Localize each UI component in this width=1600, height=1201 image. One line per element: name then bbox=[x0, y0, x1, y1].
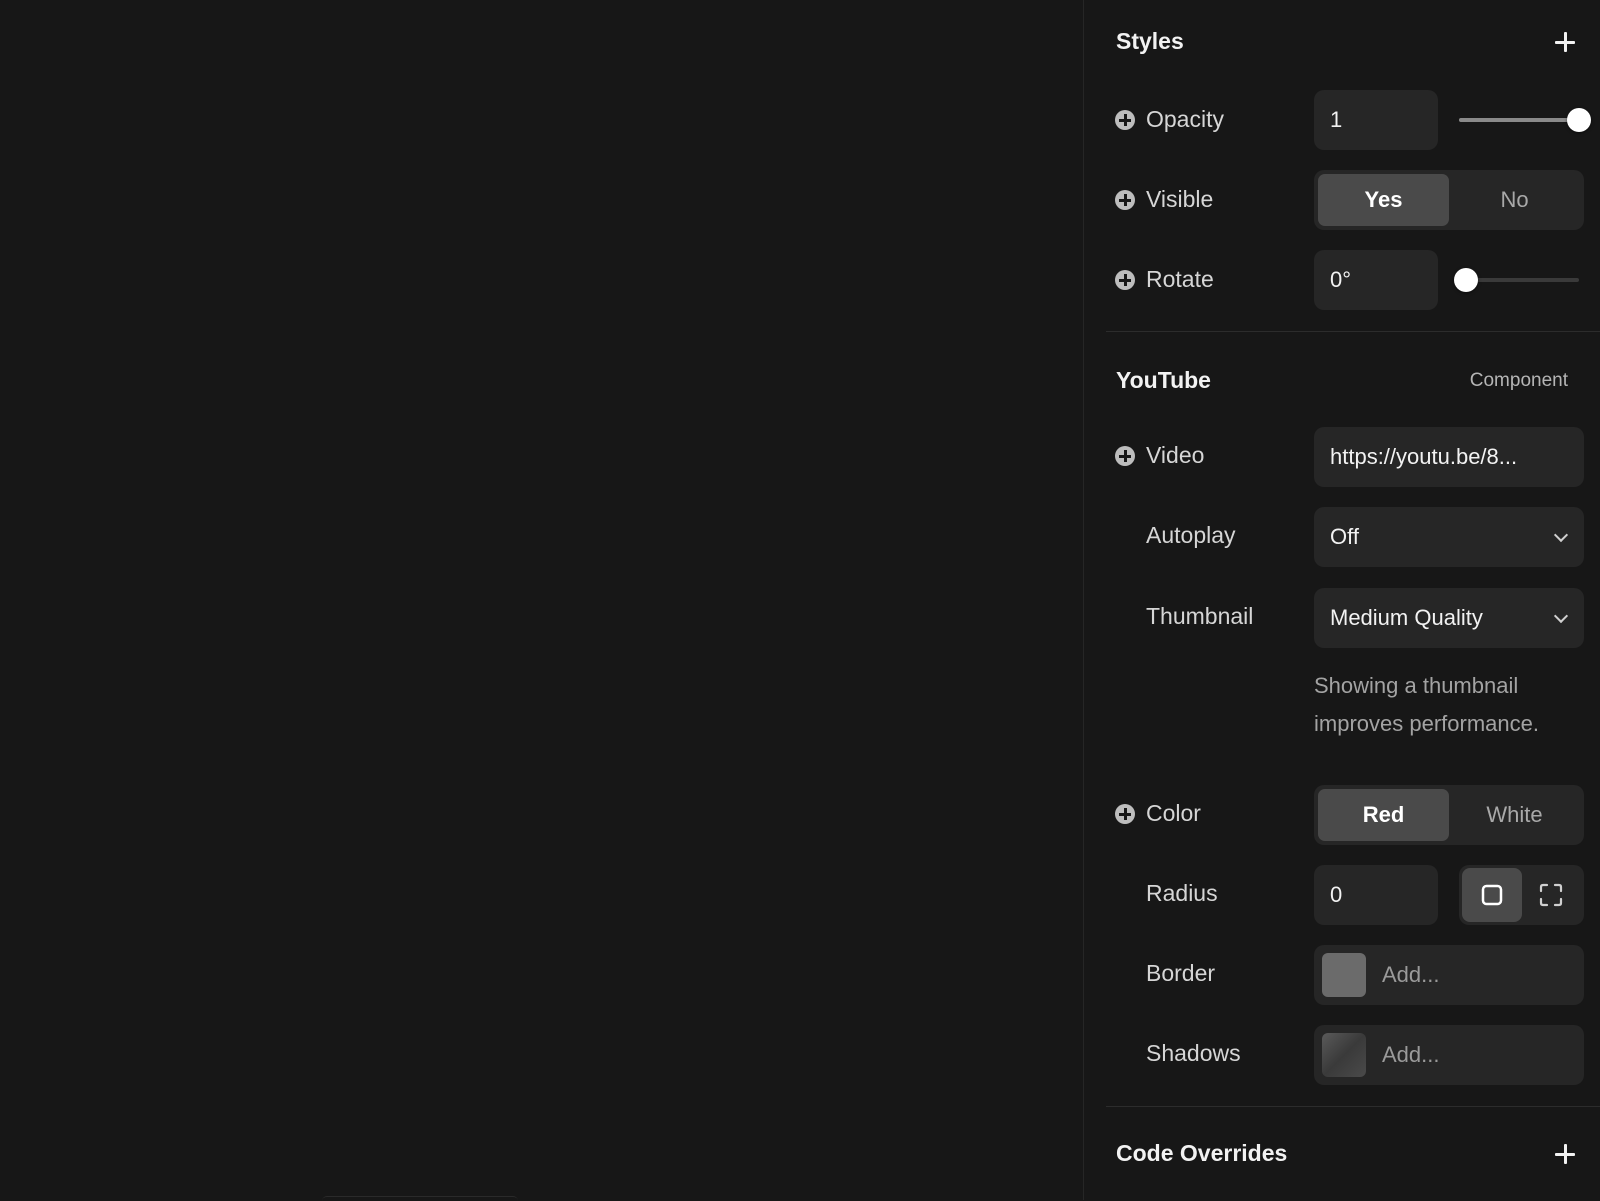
youtube-header: YouTube Component bbox=[1084, 362, 1600, 402]
color-white-option[interactable]: White bbox=[1449, 789, 1580, 841]
border-field[interactable]: Add... bbox=[1314, 945, 1584, 1005]
code-overrides-title: Code Overrides bbox=[1116, 1140, 1288, 1166]
visible-label: Visible bbox=[1146, 186, 1214, 212]
autoplay-label: Autoplay bbox=[1146, 522, 1236, 548]
thumbnail-value: Medium Quality bbox=[1330, 605, 1483, 630]
add-style-plus-icon[interactable] bbox=[1551, 28, 1579, 56]
video-label: Video bbox=[1146, 442, 1205, 468]
color-segmented-control: Red White bbox=[1314, 785, 1584, 845]
color-label: Color bbox=[1146, 800, 1201, 826]
thumbnail-select[interactable]: Medium Quality bbox=[1314, 588, 1584, 648]
rotate-label: Rotate bbox=[1146, 266, 1214, 292]
shadows-placeholder: Add... bbox=[1382, 1042, 1440, 1067]
rotate-input[interactable]: 0° bbox=[1314, 250, 1438, 310]
radius-input[interactable]: 0 bbox=[1314, 865, 1438, 925]
canvas-element-edge bbox=[322, 1196, 518, 1201]
add-visible-plus-circle-icon[interactable] bbox=[1115, 190, 1135, 210]
thumbnail-label: Thumbnail bbox=[1146, 603, 1254, 629]
add-video-plus-circle-icon[interactable] bbox=[1115, 446, 1135, 466]
shadows-swatch[interactable] bbox=[1322, 1033, 1366, 1077]
color-red-option[interactable]: Red bbox=[1318, 789, 1449, 841]
opacity-label: Opacity bbox=[1146, 106, 1224, 132]
visible-segmented-control: Yes No bbox=[1314, 170, 1584, 230]
add-code-override-plus-icon[interactable] bbox=[1551, 1140, 1579, 1168]
radius-individual-button[interactable] bbox=[1522, 868, 1582, 922]
chevron-down-icon bbox=[1553, 527, 1569, 543]
styles-header: Styles bbox=[1084, 22, 1600, 62]
canvas-area[interactable] bbox=[0, 0, 1083, 1200]
rotate-row: Rotate 0° bbox=[1084, 250, 1600, 310]
autoplay-select[interactable]: Off bbox=[1314, 507, 1584, 567]
opacity-slider-fill bbox=[1459, 118, 1579, 122]
opacity-row: Opacity 1 bbox=[1084, 90, 1600, 150]
section-divider bbox=[1106, 1106, 1600, 1107]
border-label: Border bbox=[1146, 960, 1216, 986]
opacity-slider-knob[interactable] bbox=[1567, 108, 1591, 132]
opacity-slider[interactable] bbox=[1459, 108, 1591, 132]
visible-yes-option[interactable]: Yes bbox=[1318, 174, 1449, 226]
video-url-input[interactable]: https://youtu.be/8... bbox=[1314, 427, 1584, 487]
square-icon bbox=[1481, 884, 1502, 906]
rotate-slider[interactable] bbox=[1454, 268, 1579, 292]
rotate-slider-knob[interactable] bbox=[1454, 268, 1478, 292]
shadows-label: Shadows bbox=[1146, 1040, 1241, 1066]
radius-label: Radius bbox=[1146, 880, 1218, 906]
shadows-field[interactable]: Add... bbox=[1314, 1025, 1584, 1085]
visible-no-option[interactable]: No bbox=[1449, 174, 1580, 226]
border-swatch[interactable] bbox=[1322, 953, 1366, 997]
styles-title: Styles bbox=[1116, 28, 1184, 54]
add-rotate-plus-circle-icon[interactable] bbox=[1115, 270, 1135, 290]
opacity-input[interactable]: 1 bbox=[1314, 90, 1438, 150]
code-overrides-header: Code Overrides bbox=[1084, 1135, 1600, 1175]
section-divider bbox=[1106, 331, 1600, 332]
properties-panel: Styles Opacity 1 Yes No Visible Rotate 0… bbox=[1083, 0, 1600, 1200]
component-tag: Component bbox=[1469, 370, 1568, 391]
autoplay-value: Off bbox=[1330, 524, 1359, 549]
corners-icon bbox=[1540, 883, 1563, 907]
add-color-plus-circle-icon[interactable] bbox=[1115, 804, 1135, 824]
add-opacity-plus-circle-icon[interactable] bbox=[1115, 110, 1135, 130]
radius-uniform-button[interactable] bbox=[1462, 868, 1522, 922]
chevron-down-icon bbox=[1553, 608, 1569, 624]
border-placeholder: Add... bbox=[1382, 962, 1440, 987]
thumbnail-hint: Showing a thumbnail improves performance… bbox=[1314, 673, 1539, 736]
radius-mode-toggle bbox=[1459, 865, 1584, 925]
youtube-title: YouTube bbox=[1116, 367, 1211, 393]
